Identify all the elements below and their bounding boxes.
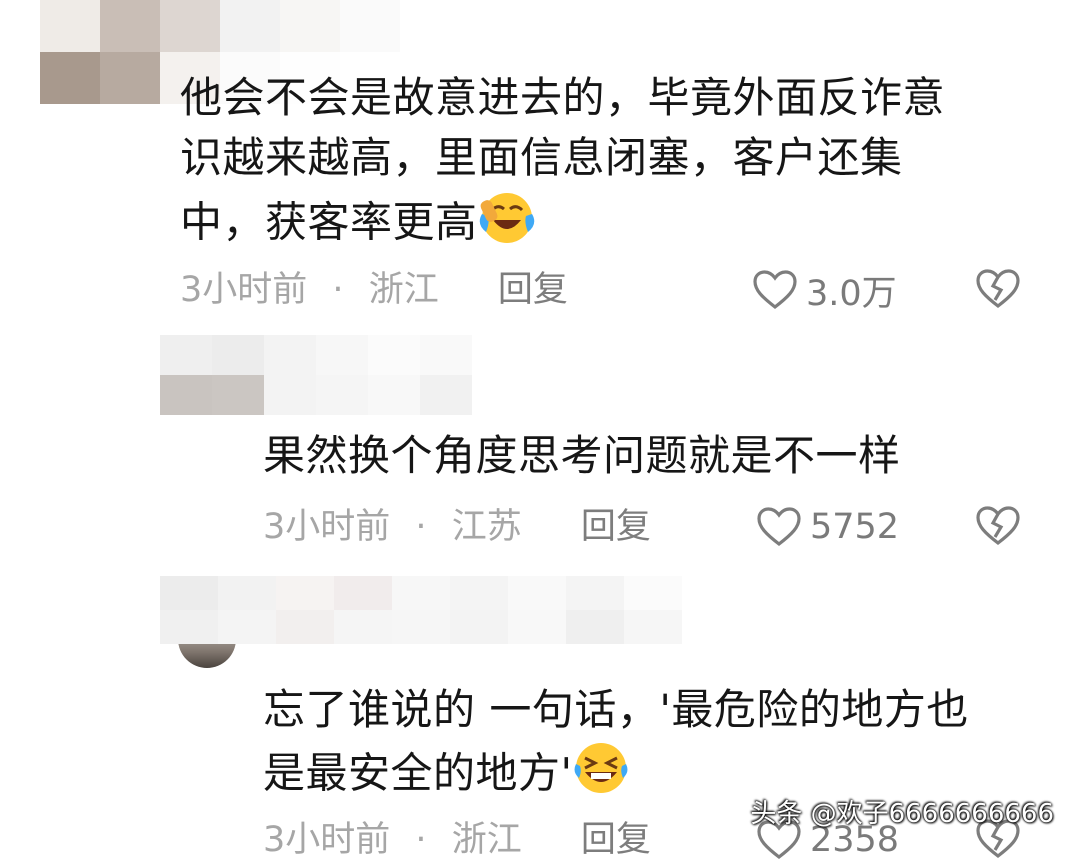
like-button[interactable]: 5752 <box>756 502 899 552</box>
reply-button[interactable]: 回复 <box>498 270 568 310</box>
comment-text-segment: 是最安全的地方' <box>263 748 573 798</box>
comment-text-line: 果然换个角度思考问题就是不一样 <box>263 431 901 480</box>
meta-separator: · <box>415 820 427 860</box>
like-count: 3.0万 <box>806 273 897 314</box>
broken-heart-icon <box>975 505 1021 547</box>
comment-text-line: 识越来越高，里面信息闭塞，客户还集 <box>180 133 903 182</box>
heart-outline-icon <box>756 506 802 548</box>
comment-location: 浙江 <box>368 270 439 310</box>
comment-text-segment: 中，获客率更高 <box>180 197 478 247</box>
comment-time: 3小时前 <box>180 270 308 310</box>
like-count: 5752 <box>810 507 900 547</box>
comment-text-line: 他会不会是故意进去的，毕竟外面反诈意 <box>180 73 946 122</box>
comment-meta: 3小时前 · 浙江 回复 <box>263 815 651 865</box>
reply-button[interactable]: 回复 <box>581 820 651 860</box>
reply-button[interactable]: 回复 <box>581 507 651 547</box>
meta-separator: · <box>415 507 427 547</box>
comment-text-line: 忘了谁说的 一句话，'最危险的地方也 <box>263 685 969 734</box>
comment-time: 3小时前 <box>263 820 391 860</box>
laughing-crying-emoji-icon <box>478 188 536 262</box>
big-laugh-emoji-icon <box>573 740 629 812</box>
like-button[interactable]: 3.0万 <box>752 265 897 315</box>
heart-outline-icon <box>752 269 798 311</box>
blurred-username-3 <box>160 576 682 644</box>
blurred-username-2 <box>160 335 472 415</box>
broken-heart-icon <box>975 268 1021 310</box>
comment-text-line: 中，获客率更高 <box>180 188 536 262</box>
comment-meta: 3小时前 · 浙江 回复 <box>180 265 568 315</box>
meta-separator: · <box>332 270 344 310</box>
watermark: 头条 @欢子6666666666 <box>750 799 1054 829</box>
comment-text-line: 是最安全的地方' <box>263 740 629 812</box>
comment-location: 浙江 <box>451 820 522 860</box>
comment-meta: 3小时前 · 江苏 回复 <box>263 502 651 552</box>
dislike-button[interactable] <box>975 268 1021 310</box>
comment-location: 江苏 <box>451 507 522 547</box>
comment-time: 3小时前 <box>263 507 391 547</box>
dislike-button[interactable] <box>975 505 1021 547</box>
